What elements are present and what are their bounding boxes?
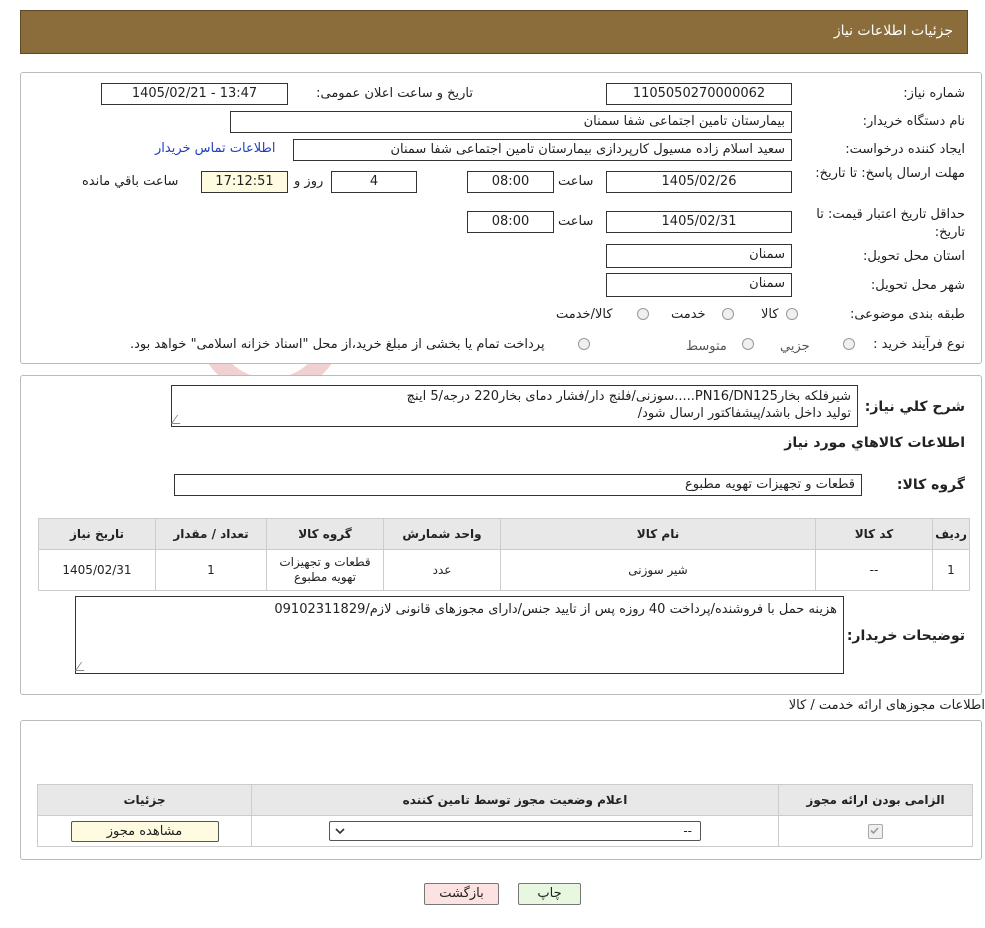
col-date: تاریخ نیاز (38, 518, 156, 550)
category-option-goods-service: کالا/خدمت (556, 307, 613, 322)
category-radio-goods-service[interactable] (637, 308, 649, 320)
need-number-field: 1105050270000062 (606, 83, 792, 105)
col-row: ردیف (932, 518, 970, 550)
category-option-goods: کالا (761, 307, 779, 322)
print-button[interactable]: چاپ (518, 883, 581, 905)
buyer-contact-link[interactable]: اطلاعات تماس خریدار (155, 141, 275, 156)
announce-date-field: 1405/02/21 - 13:47 (101, 83, 288, 105)
col-code: کد کالا (815, 518, 933, 550)
purchase-radio-treasury[interactable] (578, 338, 590, 350)
permit-status-select[interactable]: -- (329, 821, 701, 841)
cell-permit-status: -- (251, 815, 779, 847)
view-permit-button[interactable]: مشاهده مجوز (70, 820, 219, 842)
buyer-notes-label: توضیحات خریدار: (846, 628, 965, 644)
cell-date: 1405/02/31 (38, 549, 156, 591)
deadline-date-field: 1405/02/26 (606, 171, 792, 193)
deadline-time-label: ساعت (558, 174, 594, 189)
buyer-notes-textarea: هزینه حمل با فروشنده/پرداخت 40 روزه پس ا… (74, 596, 844, 674)
goods-group-label: گروه کالا: (896, 477, 965, 493)
col-name: نام کالا (500, 518, 816, 550)
price-validity-date-field: 1405/02/31 (606, 211, 792, 233)
remaining-days-field: 4 (331, 171, 417, 193)
purchase-radio-medium[interactable] (742, 338, 754, 350)
remaining-label: ساعت باقي مانده (82, 174, 179, 189)
category-label: طبقه بندی موضوعی: (849, 307, 965, 322)
cell-group: قطعات و تجهیزات تهویه مطبوع (266, 549, 384, 591)
purchase-option-minor: جزیي (780, 339, 810, 354)
chevron-down-icon (335, 828, 345, 835)
goods-table: ردیف کد کالا نام کالا واحد شمارش گروه کا… (38, 518, 970, 591)
description-textarea: شیرفلکه بخارPN16/DN125.....سوزنی/فلنج دا… (170, 385, 858, 427)
permits-table: الزامی بودن ارائه مجوز اعلام وضعیت مجوز … (37, 784, 973, 847)
province-field: سمنان (606, 244, 792, 268)
goods-table-wrapper: ردیف کد کالا نام کالا واحد شمارش گروه کا… (38, 518, 970, 591)
buyer-notes-text: هزینه حمل با فروشنده/پرداخت 40 روزه پس ا… (274, 602, 837, 617)
creator-field: سعید اسلام زاده مسیول کارپردازی بیمارستا… (293, 139, 792, 161)
price-validity-label: حداقل تاریخ اعتبار قیمت: تا تاریخ: (816, 207, 965, 240)
resize-grip-icon[interactable] (74, 662, 91, 671)
table-row: -- مشاهده مجوز (37, 815, 973, 847)
goods-group-field: قطعات و تجهیزات تهویه مطبوع (174, 474, 862, 496)
cell-permit-required (778, 815, 973, 847)
purchase-option-medium: متوسط (686, 339, 727, 354)
col-unit: واحد شمارش (383, 518, 501, 550)
buyer-org-label: نام دستگاه خریدار: (862, 114, 965, 129)
col-permit-details: جزئیات (37, 784, 252, 816)
price-validity-time-field: 08:00 (467, 211, 554, 233)
table-row: 1 -- شیر سوزنی عدد قطعات و تجهیزات تهویه… (38, 549, 970, 591)
permits-section-title: اطلاعات مجوزهای ارائه خدمت / کالا (788, 698, 985, 713)
permits-table-wrapper: الزامی بودن ارائه مجوز اعلام وضعیت مجوز … (37, 784, 973, 847)
deadline-time-field: 08:00 (467, 171, 554, 193)
col-group: گروه کالا (266, 518, 384, 550)
remaining-time-field: 17:12:51 (201, 171, 288, 193)
col-permit-status: اعلام وضعیت مجوز توسط تامین کننده (251, 784, 779, 816)
col-permit-required: الزامی بودن ارائه مجوز (778, 784, 973, 816)
goods-section-title: اطلاعات کالاهاي مورد نیاز (784, 435, 965, 451)
city-field: سمنان (606, 273, 792, 297)
page-title: جزئیات اطلاعات نیاز (833, 23, 953, 39)
back-button[interactable]: بازگشت (424, 883, 499, 905)
page-header: جزئیات اطلاعات نیاز (20, 10, 968, 54)
cell-row: 1 (932, 549, 970, 591)
purchase-note: پرداخت تمام یا بخشی از مبلغ خرید،از محل … (130, 337, 545, 352)
city-label: شهر محل تحویل: (870, 278, 965, 293)
price-validity-time-label: ساعت (558, 214, 594, 229)
description-line-2: تولید داخل باشد/پیشفاکتور ارسال شود/ (637, 406, 851, 421)
col-qty: تعداد / مقدار (155, 518, 267, 550)
description-label: شرح کلي نیاز: (864, 399, 965, 415)
need-number-label: شماره نیاز: (903, 86, 965, 101)
description-line-1: شیرفلکه بخارPN16/DN125.....سوزنی/فلنج دا… (406, 389, 851, 404)
purchase-type-label: نوع فرآیند خرید : (873, 337, 965, 352)
cell-name: شیر سوزنی (500, 549, 816, 591)
announce-date-label: تاریخ و ساعت اعلان عمومی: (316, 86, 473, 101)
check-icon (870, 826, 879, 834)
province-label: استان محل تحویل: (863, 249, 965, 264)
days-label: روز و (294, 174, 324, 189)
permit-required-checkbox[interactable] (868, 823, 883, 839)
cell-permit-details: مشاهده مجوز (37, 815, 252, 847)
category-option-service: خدمت (671, 307, 706, 322)
cell-unit: عدد (383, 549, 501, 591)
cell-qty: 1 (155, 549, 267, 591)
category-radio-service[interactable] (722, 308, 734, 320)
category-radio-goods[interactable] (786, 308, 798, 320)
cell-code: -- (815, 549, 933, 591)
deadline-label: مهلت ارسال پاسخ: تا تاریخ: (815, 166, 965, 181)
permit-status-value: -- (683, 824, 692, 838)
buyer-org-field: بیمارستان تامین اجتماعی شفا سمنان (230, 111, 792, 133)
creator-label: ایجاد کننده درخواست: (845, 142, 965, 157)
purchase-radio-minor[interactable] (843, 338, 855, 350)
